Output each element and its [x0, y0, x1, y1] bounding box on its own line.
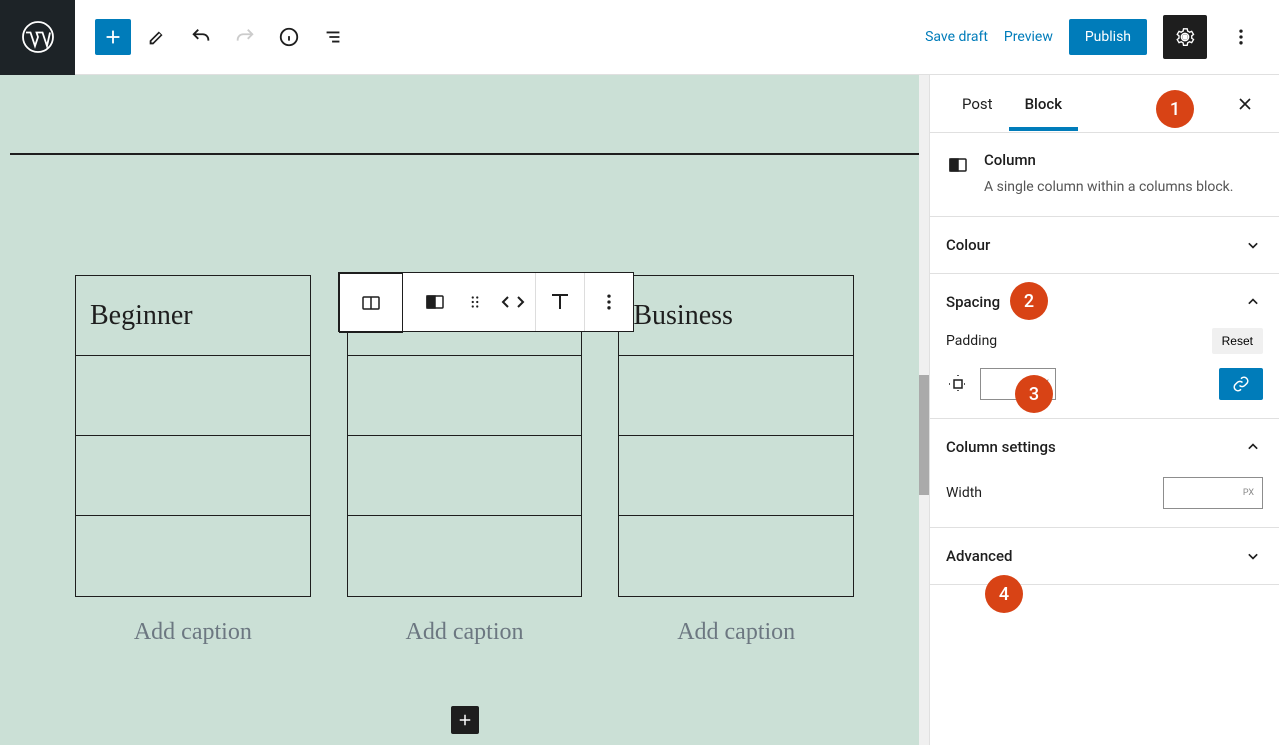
table-cell[interactable]: Business: [633, 300, 733, 332]
table-cell[interactable]: [619, 356, 853, 436]
parent-block-icon[interactable]: [339, 273, 403, 333]
drag-handle-icon[interactable]: [459, 273, 491, 331]
move-left-right-icon[interactable]: [491, 273, 535, 331]
annotation-4: 4: [985, 575, 1023, 613]
width-input[interactable]: PX: [1163, 477, 1263, 509]
annotation-1: 1: [1156, 90, 1194, 128]
table-cell[interactable]: Beginner: [90, 300, 193, 332]
table-cell[interactable]: [348, 356, 582, 436]
advanced-section-title: Advanced: [946, 547, 1012, 565]
spacing-panel: Spacing Padding Reset PX: [930, 274, 1279, 419]
link-sides-button[interactable]: [1219, 368, 1263, 400]
chevron-up-icon: [1243, 292, 1263, 312]
table-block[interactable]: Business: [618, 275, 854, 597]
table-cell[interactable]: [348, 436, 582, 516]
column-block-icon: [946, 153, 970, 177]
tab-post[interactable]: Post: [946, 77, 1009, 131]
colour-section-title: Colour: [946, 236, 990, 254]
table-block[interactable]: Beginner: [75, 275, 311, 597]
block-more-options-icon[interactable]: [585, 273, 633, 331]
column-settings-panel: Column settings Width PX: [930, 419, 1279, 528]
column-3[interactable]: Business Add caption: [618, 275, 854, 646]
scrollbar-thumb[interactable]: [919, 375, 929, 495]
sidebar-tabs: Post Block: [930, 75, 1279, 133]
colour-panel[interactable]: Colour: [930, 217, 1279, 274]
inline-inserter-button[interactable]: [451, 706, 479, 734]
preview-button[interactable]: Preview: [1004, 29, 1053, 45]
list-view-icon[interactable]: [315, 19, 351, 55]
block-description: A single column within a columns block.: [984, 177, 1233, 198]
topbar-right: Save draft Preview Publish: [925, 15, 1279, 59]
table-cell[interactable]: [76, 356, 310, 436]
padding-label: Padding: [946, 333, 997, 349]
editor-main: Beginner Add caption Professional Add c: [0, 75, 1279, 745]
caption-placeholder[interactable]: Add caption: [75, 619, 311, 646]
chevron-up-icon: [1243, 437, 1263, 457]
scrollbar-track[interactable]: [919, 75, 929, 745]
info-icon[interactable]: [271, 19, 307, 55]
separator-block[interactable]: [10, 153, 919, 155]
padding-sides-icon[interactable]: [946, 372, 970, 396]
topbar-left-tools: [75, 19, 371, 55]
save-draft-button[interactable]: Save draft: [925, 29, 988, 45]
table-cell[interactable]: [348, 516, 582, 596]
edit-tool-icon[interactable]: [139, 19, 175, 55]
close-sidebar-icon[interactable]: [1227, 86, 1263, 122]
editor-topbar: Save draft Preview Publish: [0, 0, 1279, 75]
more-options-icon[interactable]: [1223, 19, 1259, 55]
caption-placeholder[interactable]: Add caption: [618, 619, 854, 646]
settings-sidebar: Post Block Column A single column within…: [929, 75, 1279, 745]
annotation-3: 3: [1015, 375, 1053, 413]
tab-block[interactable]: Block: [1009, 77, 1078, 131]
table-cell[interactable]: [76, 516, 310, 596]
column-icon[interactable]: [411, 273, 459, 331]
table-cell[interactable]: [619, 516, 853, 596]
table-cell[interactable]: [619, 436, 853, 516]
table-cell[interactable]: [76, 436, 310, 516]
annotation-2: 2: [1010, 282, 1048, 320]
advanced-panel[interactable]: Advanced: [930, 528, 1279, 585]
block-card: Column A single column within a columns …: [930, 133, 1279, 217]
spacing-section-title: Spacing: [946, 293, 1000, 311]
block-toolbar: [338, 272, 634, 332]
settings-button[interactable]: [1163, 15, 1207, 59]
redo-icon[interactable]: [227, 19, 263, 55]
column-settings-header[interactable]: Column settings: [946, 437, 1263, 457]
column-1[interactable]: Beginner Add caption: [75, 275, 311, 646]
chevron-down-icon: [1243, 546, 1263, 566]
publish-button[interactable]: Publish: [1069, 19, 1147, 55]
undo-icon[interactable]: [183, 19, 219, 55]
wordpress-logo[interactable]: [0, 0, 75, 75]
caption-placeholder[interactable]: Add caption: [347, 619, 583, 646]
reset-button[interactable]: Reset: [1212, 328, 1263, 354]
column-settings-title: Column settings: [946, 438, 1056, 456]
chevron-down-icon: [1243, 235, 1263, 255]
block-title: Column: [984, 151, 1233, 169]
width-label: Width: [946, 485, 982, 501]
canvas-area: Beginner Add caption Professional Add c: [0, 75, 929, 745]
add-block-button[interactable]: [95, 19, 131, 55]
align-icon[interactable]: [536, 273, 584, 331]
spacing-section-header[interactable]: Spacing: [946, 292, 1263, 312]
